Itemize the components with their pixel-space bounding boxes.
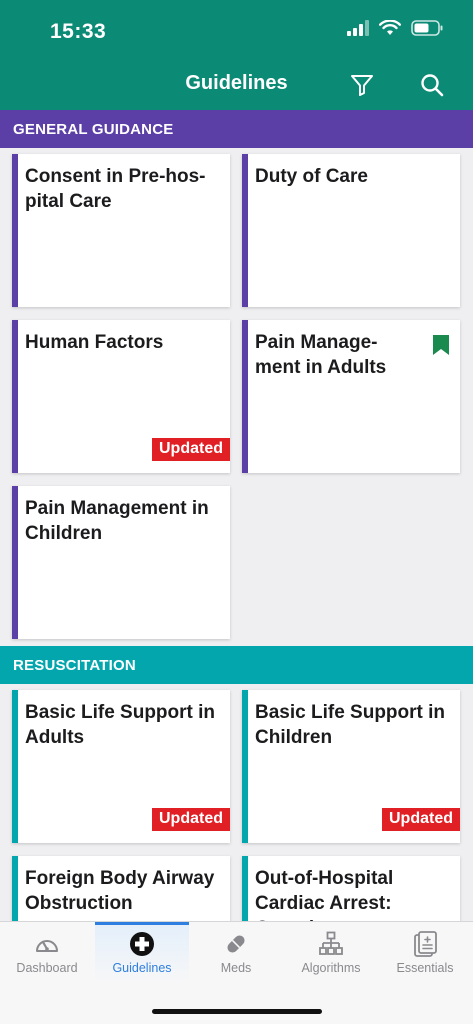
guideline-card[interactable]: Out-of-Hospital Cardiac Arrest: Overview — [242, 856, 460, 921]
guideline-card[interactable]: Pain Management in Children — [12, 486, 230, 639]
bookmark-icon[interactable] — [432, 334, 450, 356]
guideline-card[interactable]: Human Factors Updated — [12, 320, 230, 473]
wifi-icon — [379, 20, 401, 35]
page-title: Guidelines — [185, 72, 288, 94]
section-resuscitation: Basic Life Support in Adults Updated Bas… — [0, 684, 473, 921]
guideline-card[interactable]: Consent in Pre-hos-pital Care — [12, 154, 230, 307]
filter-button[interactable] — [347, 70, 377, 100]
section-header-general-guidance: GENERAL GUIDANCE — [0, 110, 473, 148]
guideline-card-title: Pain Management in Children — [25, 498, 209, 544]
guidelines-list[interactable]: GENERAL GUIDANCE Consent in Pre-hos-pita… — [0, 110, 473, 921]
guideline-card[interactable]: Basic Life Support in Adults Updated — [12, 690, 230, 843]
pill-icon — [227, 935, 245, 953]
battery-icon — [411, 20, 443, 36]
guideline-card-title: Consent in Pre-hos-pital Care — [25, 166, 206, 212]
guideline-card-title: Foreign Body Airway Obstruction — [25, 868, 215, 914]
updated-badge: Updated — [382, 808, 460, 831]
tab-label: Dashboard — [16, 961, 78, 975]
guideline-card-title: Basic Life Support in Adults — [25, 702, 216, 748]
tab-dashboard[interactable]: Dashboard — [0, 922, 94, 982]
flowchart-icon — [319, 931, 343, 955]
tab-label: Essentials — [396, 961, 454, 975]
search-icon — [421, 74, 444, 97]
clipboard-icon — [414, 931, 437, 957]
tab-label: Guidelines — [112, 961, 172, 975]
guideline-card-title: Basic Life Support in Children — [255, 702, 446, 748]
filter-icon — [351, 75, 373, 96]
home-indicator[interactable] — [152, 1009, 322, 1014]
updated-badge: Updated — [152, 438, 230, 461]
medical-cross-icon — [130, 932, 154, 956]
section-header-resuscitation: RESUSCITATION — [0, 646, 473, 684]
guideline-card-title: Duty of Care — [255, 166, 368, 187]
guideline-card-title: Pain Manage-ment in Adults — [255, 332, 387, 378]
nav-bar: Guidelines — [0, 60, 473, 110]
tab-guidelines[interactable]: Guidelines — [95, 922, 189, 982]
updated-badge: Updated — [152, 808, 230, 831]
guideline-card-title: Out-of-Hospital Cardiac Arrest: Overview — [255, 868, 394, 921]
guideline-card[interactable]: Pain Manage-ment in Adults — [242, 320, 460, 473]
cellular-signal-icon — [347, 20, 369, 36]
guideline-card-title: Human Factors — [25, 332, 164, 353]
gauge-icon — [36, 940, 58, 952]
status-icons — [347, 20, 443, 36]
tab-bar: Dashboard Guidelines Meds Algorithms Ess… — [0, 921, 473, 1024]
section-general-guidance: Consent in Pre-hos-pital Care Duty of Ca… — [0, 148, 473, 646]
tab-label: Algorithms — [301, 961, 361, 975]
tab-label: Meds — [220, 961, 252, 975]
tab-meds[interactable]: Meds — [189, 922, 283, 982]
guideline-card[interactable]: Basic Life Support in Children Updated — [242, 690, 460, 843]
guideline-card[interactable]: Duty of Care — [242, 154, 460, 307]
status-time: 15:33 — [50, 20, 107, 43]
search-button[interactable] — [417, 70, 447, 100]
tab-algorithms[interactable]: Algorithms — [284, 922, 378, 982]
guideline-card[interactable]: Foreign Body Airway Obstruction — [12, 856, 230, 921]
status-bar: 15:33 — [0, 0, 473, 60]
tab-essentials[interactable]: Essentials — [378, 922, 472, 982]
